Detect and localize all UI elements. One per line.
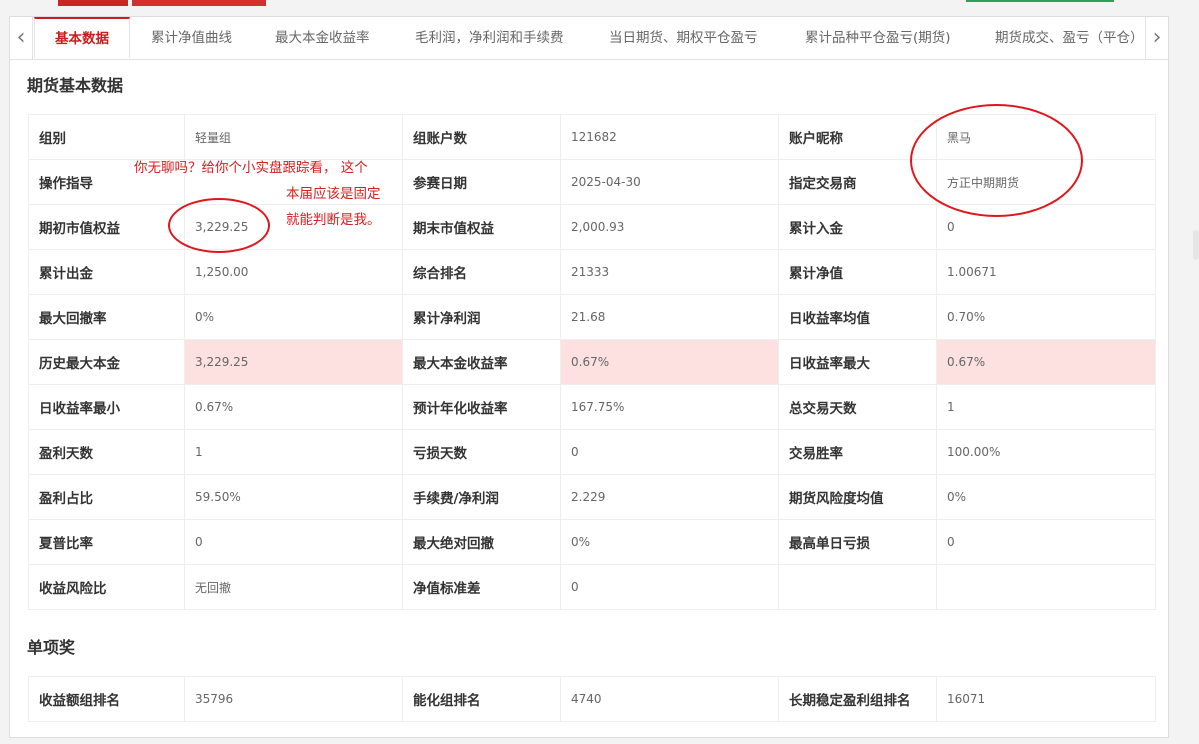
basic-label: 期末市值权益 xyxy=(402,204,561,250)
basic-label: 累计出金 xyxy=(28,249,185,295)
basic-value: 轻量组 xyxy=(184,114,403,160)
basic-value: 21333 xyxy=(560,249,779,295)
basic-label: 日收益率最小 xyxy=(28,384,185,430)
basic-row: 历史最大本金 3,229.25 最大本金收益率 0.67% 日收益率最大 0.67% xyxy=(28,339,1156,385)
basic-label: 组别 xyxy=(28,114,185,160)
basic-label: 预计年化收益率 xyxy=(402,384,561,430)
basic-value: 121682 xyxy=(560,114,779,160)
awards-value: 35796 xyxy=(184,676,403,722)
basic-data-title: 期货基本数据 xyxy=(27,76,124,95)
basic-label: 手续费/净利润 xyxy=(402,474,561,520)
basic-label: 综合排名 xyxy=(402,249,561,295)
basic-label: 收益风险比 xyxy=(28,564,185,610)
basic-label: 参赛日期 xyxy=(402,159,561,205)
basic-label: 总交易天数 xyxy=(778,384,937,430)
basic-label: 累计入金 xyxy=(778,204,937,250)
basic-value: 0% xyxy=(560,519,779,565)
tab-bar: ‹ 基本数据 累计净值曲线 最大本金收益率 毛利润，净利润和手续费 当日期货、期… xyxy=(10,17,1168,60)
awards-value: 16071 xyxy=(936,676,1156,722)
tab-futures-trades-pnl[interactable]: 期货成交、盈亏（平仓） xyxy=(995,17,1144,59)
awards-value: 4740 xyxy=(560,676,779,722)
basic-value: 0.67% xyxy=(184,384,403,430)
tab-basic-data[interactable]: 基本数据 xyxy=(34,17,130,58)
green-button[interactable] xyxy=(966,0,1114,2)
basic-value: 167.75% xyxy=(560,384,779,430)
basic-value: 0.70% xyxy=(936,294,1156,340)
basic-value: 1,250.00 xyxy=(184,249,403,295)
basic-value: 0 xyxy=(184,519,403,565)
page-edge xyxy=(1176,0,1199,744)
basic-label: 交易胜率 xyxy=(778,429,937,475)
basic-value: 2.229 xyxy=(560,474,779,520)
report-banner[interactable] xyxy=(132,0,266,6)
basic-label: 夏普比率 xyxy=(28,519,185,565)
basic-label: 期货风险度均值 xyxy=(778,474,937,520)
awards-label: 长期稳定盈利组排名 xyxy=(778,676,937,722)
tab-profit-and-fees[interactable]: 毛利润，净利润和手续费 xyxy=(415,17,564,59)
basic-label: 最大本金收益率 xyxy=(402,339,561,385)
tab-next-icon[interactable]: › xyxy=(1145,17,1168,59)
basic-value: 无回撤 xyxy=(184,564,403,610)
top-strip xyxy=(0,0,1199,16)
tab-daily-closing-pnl[interactable]: 当日期货、期权平仓盈亏 xyxy=(609,17,758,59)
basic-row: 收益风险比 无回撤 净值标准差 0 xyxy=(28,564,1156,610)
basic-value: 1.00671 xyxy=(936,249,1156,295)
basic-value: 1 xyxy=(184,429,403,475)
basic-row: 日收益率最小 0.67% 预计年化收益率 167.75% 总交易天数 1 xyxy=(28,384,1156,430)
basic-label: 盈利天数 xyxy=(28,429,185,475)
basic-value: 0.67% xyxy=(936,339,1156,385)
basic-value: 0 xyxy=(936,519,1156,565)
basic-label: 最高单日亏损 xyxy=(778,519,937,565)
tab-product-closing-pnl[interactable]: 累计品种平仓盈亏(期货) xyxy=(805,17,951,59)
basic-value: 100.00% xyxy=(936,429,1156,475)
annotation-line-3: 就能判断是我。 xyxy=(286,212,381,228)
basic-row: 夏普比率 0 最大绝对回撤 0% 最高单日亏损 0 xyxy=(28,519,1156,565)
awards-row: 收益额组排名 35796 能化组排名 4740 长期稳定盈利组排名 16071 xyxy=(28,676,1156,722)
basic-row: 盈利天数 1 亏损天数 0 交易胜率 100.00% xyxy=(28,429,1156,475)
basic-label: 累计净利润 xyxy=(402,294,561,340)
basic-label: 最大绝对回撤 xyxy=(402,519,561,565)
basic-label: 期初市值权益 xyxy=(28,204,185,250)
empty-cell xyxy=(936,564,1156,610)
basic-value: 1 xyxy=(936,384,1156,430)
basic-row: 盈利占比 59.50% 手续费/净利润 2.229 期货风险度均值 0% xyxy=(28,474,1156,520)
annotation-line-2: 本届应该是固定 xyxy=(286,186,381,202)
annotation-line-1: 你无聊吗？给你个小实盘跟踪看， 这个 xyxy=(134,160,368,176)
basic-label: 累计净值 xyxy=(778,249,937,295)
basic-label: 亏损天数 xyxy=(402,429,561,475)
tab-max-capital-return[interactable]: 最大本金收益率 xyxy=(275,17,370,59)
basic-row: 累计出金 1,250.00 综合排名 21333 累计净值 1.00671 xyxy=(28,249,1156,295)
awards-table: 收益额组排名 35796 能化组排名 4740 长期稳定盈利组排名 16071 xyxy=(28,676,1156,722)
basic-label: 最大回撤率 xyxy=(28,294,185,340)
basic-value: 0% xyxy=(936,474,1156,520)
tab-cumulative-nav-curve[interactable]: 累计净值曲线 xyxy=(151,17,232,59)
basic-value: 2025-04-30 xyxy=(560,159,779,205)
site-logo xyxy=(58,0,128,6)
tab-prev-icon[interactable]: ‹ xyxy=(10,17,33,59)
basic-label: 组账户数 xyxy=(402,114,561,160)
basic-value: 0 xyxy=(560,429,779,475)
basic-row: 最大回撤率 0% 累计净利润 21.68 日收益率均值 0.70% xyxy=(28,294,1156,340)
basic-value: 21.68 xyxy=(560,294,779,340)
basic-value: 0% xyxy=(184,294,403,340)
basic-label: 净值标准差 xyxy=(402,564,561,610)
annotation-circle-account-info xyxy=(910,104,1083,217)
basic-value: 2,000.93 xyxy=(560,204,779,250)
annotation-circle-initial-equity xyxy=(168,198,270,253)
awards-label: 能化组排名 xyxy=(402,676,561,722)
basic-label: 历史最大本金 xyxy=(28,339,185,385)
basic-value: 3,229.25 xyxy=(184,339,403,385)
basic-label: 盈利占比 xyxy=(28,474,185,520)
awards-label: 收益额组排名 xyxy=(28,676,185,722)
basic-value: 0.67% xyxy=(560,339,779,385)
basic-label: 日收益率最大 xyxy=(778,339,937,385)
basic-label: 日收益率均值 xyxy=(778,294,937,340)
basic-value: 0 xyxy=(560,564,779,610)
awards-title: 单项奖 xyxy=(27,638,76,657)
basic-value: 59.50% xyxy=(184,474,403,520)
empty-cell xyxy=(778,564,937,610)
scroll-hint xyxy=(1193,230,1199,260)
